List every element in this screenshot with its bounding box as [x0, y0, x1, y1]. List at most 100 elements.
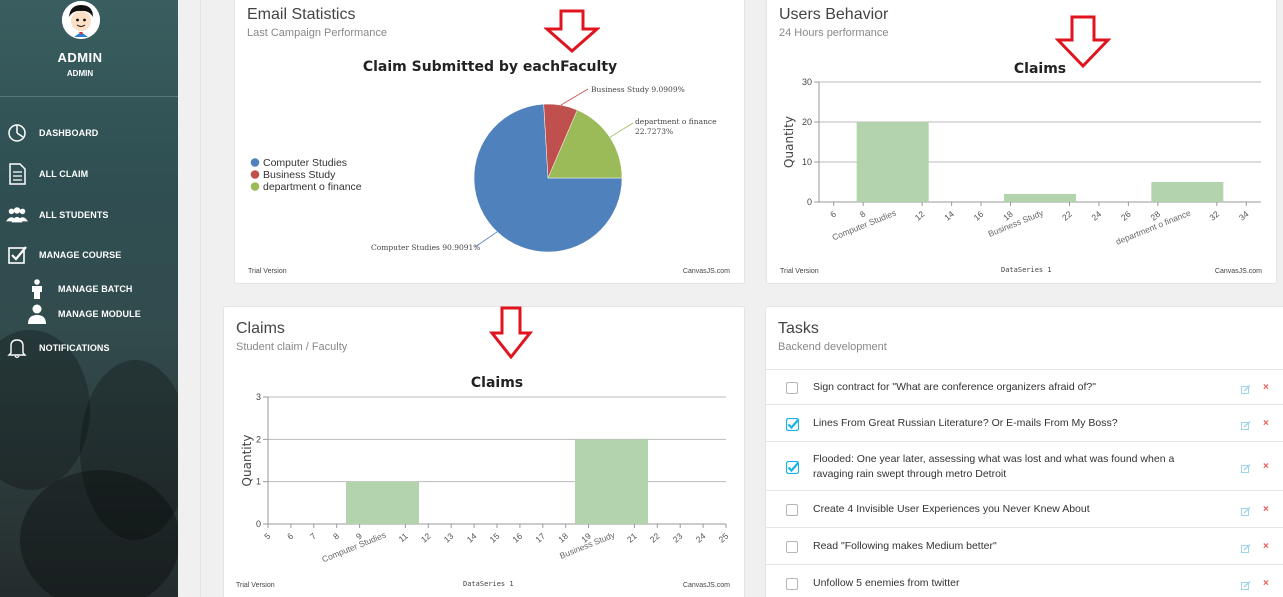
task-checkbox[interactable]	[786, 503, 798, 516]
claims-card: Claims Student claim / Faculty Claims 0 1 2…	[223, 306, 745, 597]
pie-index-label: Business Study 9.0909%	[591, 85, 685, 94]
tasks-card: Tasks Backend development Sign contract …	[765, 306, 1283, 597]
legend-marker	[250, 170, 260, 179]
card-subtitle: Backend development	[778, 341, 887, 353]
nav-item-dashboard[interactable]: DASHBOARD	[0, 118, 178, 148]
bar-chart-users: Claims0102030Quantity6 8 12 14 16 18 22 24 26 28 3…	[782, 61, 1261, 247]
task-checkbox[interactable]	[785, 460, 800, 474]
bar-chart-title: Claims	[471, 375, 523, 391]
task-checkbox[interactable]	[785, 417, 800, 431]
card-title: Tasks	[778, 320, 819, 337]
x-tick-label: 16	[511, 531, 525, 545]
profile-block: ADMIN ADMIN	[0, 0, 178, 97]
x-tick-label: 21	[625, 531, 639, 545]
x-tick-label: 11	[396, 531, 409, 545]
nav-item-notifications[interactable]: NOTIFICATIONS	[0, 333, 178, 363]
task-text: Flooded: One year later, assessing what …	[813, 452, 1175, 480]
legend-marker	[250, 158, 260, 167]
edit-icon[interactable]	[1241, 578, 1251, 590]
legend-entry[interactable]: Computer Studies	[263, 157, 347, 169]
task-checkbox[interactable]	[786, 381, 798, 394]
task-text: Lines From Great Russian Literature? Or …	[813, 417, 1118, 429]
bar[interactable]	[1151, 182, 1224, 202]
document-icon	[6, 163, 28, 185]
nav-label: MANAGE COURSE	[39, 250, 122, 260]
x-tick-label: 8	[331, 531, 341, 542]
y-tick-label: 3	[256, 392, 261, 402]
y-tick-label: 30	[802, 77, 812, 87]
legend-marker	[250, 182, 260, 191]
delete-icon[interactable]: ×	[1263, 418, 1269, 429]
edit-icon[interactable]	[1241, 461, 1251, 473]
pie-chart: Claim Submitted by eachFaculty Computer S…	[250, 59, 717, 253]
main-divider	[200, 0, 201, 597]
nav-item-manage-module[interactable]: MANAGE MODULE	[0, 299, 178, 329]
delete-icon[interactable]: ×	[1263, 504, 1269, 515]
users-behavior-card: Users Behavior 24 Hours performance Clai…	[766, 0, 1277, 284]
y-tick-label: 10	[802, 157, 812, 167]
task-row: Read "Following makes Medium better" ×	[766, 527, 1283, 564]
x-tick-label: 26	[1119, 209, 1133, 223]
delete-icon[interactable]: ×	[1263, 578, 1269, 589]
dashboard-pie-icon	[6, 122, 28, 144]
pie-title: Claim Submitted by eachFaculty	[363, 59, 617, 75]
pie-index-label: department o finance	[635, 117, 717, 126]
edit-icon[interactable]	[1241, 382, 1251, 394]
bar[interactable]	[346, 481, 419, 524]
delete-icon[interactable]: ×	[1263, 541, 1269, 552]
edit-icon[interactable]	[1241, 541, 1251, 553]
x-tick-label: 34	[1237, 209, 1251, 223]
pie-label-line	[560, 88, 589, 106]
x-tick-label: 23	[671, 531, 685, 545]
canvasjs-credit[interactable]: CanvasJS.com	[683, 582, 730, 589]
nav-item-manage-course[interactable]: MANAGE COURSE	[0, 240, 178, 270]
task-text: Sign contract for "What are conference o…	[813, 381, 1096, 393]
nav-label: DASHBOARD	[39, 128, 99, 138]
bar[interactable]	[856, 122, 929, 202]
x-tick-label: 25	[717, 531, 731, 545]
task-row: Lines From Great Russian Literature? Or …	[766, 404, 1283, 441]
users-icon	[6, 204, 28, 226]
profile-name: ADMIN	[57, 50, 103, 65]
task-checkbox[interactable]	[786, 577, 798, 590]
down-arrow-annotation-icon	[544, 9, 600, 53]
edit-icon[interactable]	[1241, 418, 1251, 430]
bar[interactable]	[575, 439, 648, 524]
task-checkbox[interactable]	[786, 540, 798, 553]
x-tick-label: 17	[533, 531, 547, 545]
bar[interactable]	[1004, 194, 1076, 202]
delete-icon[interactable]: ×	[1263, 461, 1269, 472]
edit-icon[interactable]	[1241, 504, 1251, 516]
y-axis-label: Quantity	[240, 435, 254, 487]
y-tick-label: 2	[256, 434, 261, 444]
series-legend: DataSeries 1	[1001, 266, 1052, 274]
profile-role: ADMIN	[66, 69, 94, 78]
task-text: Create 4 Invisible User Experiences you …	[813, 503, 1090, 515]
x-tick-label: 24	[1090, 209, 1104, 223]
legend-entry[interactable]: Business Study	[263, 169, 336, 181]
task-text: Read "Following makes Medium better"	[813, 540, 997, 552]
nav-label: ALL STUDENTS	[39, 210, 109, 220]
x-tick-label: 6	[828, 209, 838, 220]
canvasjs-credit[interactable]: CanvasJS.com	[1215, 268, 1262, 275]
nav-item-all-claim[interactable]: ALL CLAIM	[0, 159, 178, 189]
delete-icon[interactable]: ×	[1263, 382, 1269, 393]
y-tick-label: 0	[256, 519, 261, 529]
nav-label: MANAGE MODULE	[58, 309, 141, 319]
x-tick-label: 6	[285, 531, 295, 542]
nav-label: MANAGE BATCH	[58, 284, 133, 294]
x-tick-label: 14	[942, 209, 956, 223]
pie-label-line	[609, 122, 634, 138]
x-tick-label: 7	[308, 531, 318, 542]
legend-entry[interactable]: department o finance	[263, 181, 362, 193]
avatar[interactable]	[62, 1, 100, 39]
trial-version-label: Trial Version	[780, 268, 819, 275]
user-icon	[26, 303, 48, 325]
nav-item-all-students[interactable]: ALL STUDENTS	[0, 200, 178, 230]
x-tick-label: 24	[694, 531, 708, 545]
canvasjs-credit[interactable]: CanvasJS.com	[683, 268, 730, 275]
check-icon	[785, 417, 800, 431]
task-text: Unfollow 5 enemies from twitter	[813, 577, 960, 589]
trial-version-label: Trial Version	[248, 268, 287, 275]
bar-chart-claims: Claims0123Quantity5 6 7 8 9 11 12 13 14 15 16 17 18 1…	[240, 375, 731, 564]
